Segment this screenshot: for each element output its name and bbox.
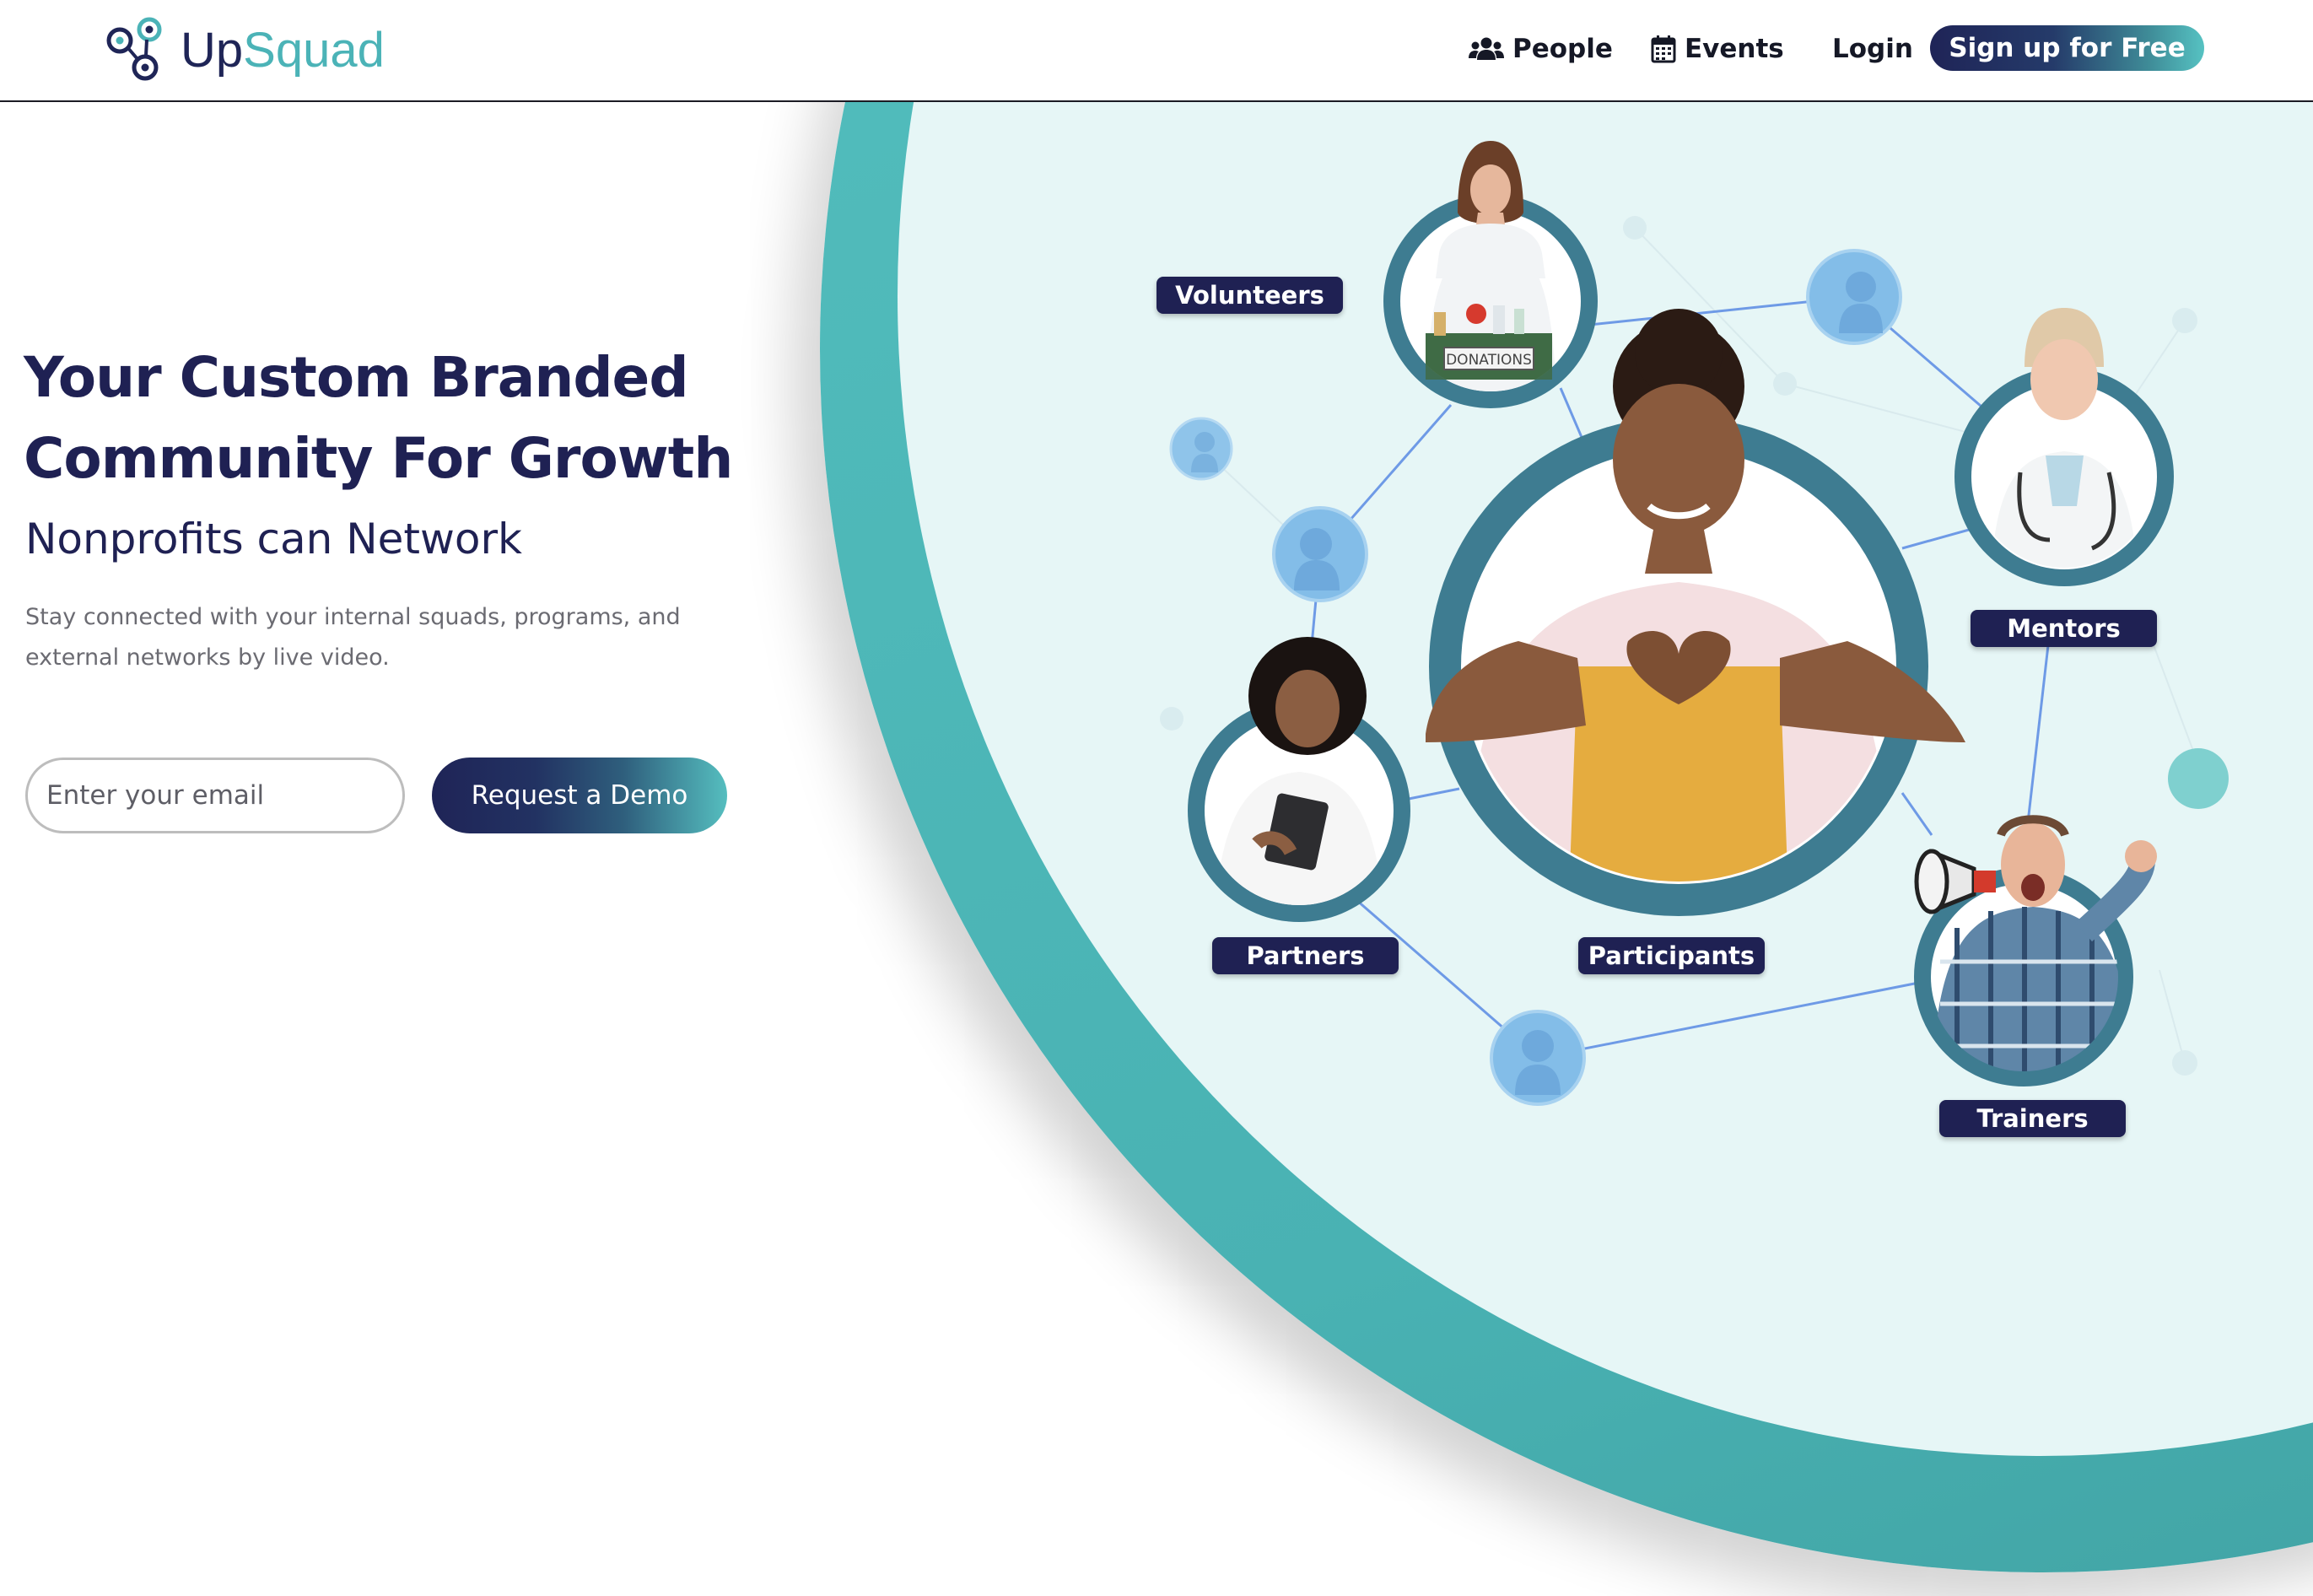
hero-description: Stay connected with your internal squads… [25,604,681,671]
donations-label: DONATIONS [1446,352,1532,369]
hero-subtitle: Nonprofits can Network [25,515,522,563]
logo-text-up: Up [181,23,244,78]
nav-people-label: People [1512,34,1613,64]
brand-logo[interactable]: UpSquad [105,15,385,86]
volunteers-avatar: DONATIONS [1383,141,1598,408]
partners-avatar [1188,637,1410,922]
mentors-avatar [1954,308,2174,586]
logo-text: UpSquad [181,26,385,75]
nav-login-label: Login [1832,34,1913,64]
hero-title-line2: Community For Growth [24,426,733,491]
label-mentors: Mentors [1971,610,2157,647]
users-icon [1469,37,1504,60]
request-demo-button[interactable]: Request a Demo [432,758,727,833]
nav-events[interactable]: Events [1651,25,1784,73]
label-trainers: Trainers [1939,1100,2126,1137]
member-node [1169,417,1233,481]
email-input[interactable] [25,758,405,833]
label-volunteers: Volunteers [1156,277,1343,314]
label-participants: Participants [1578,937,1765,974]
member-node [1490,1010,1586,1106]
calendar-icon [1651,35,1676,63]
member-node [1272,506,1368,602]
site-header: UpSquad People Events Login Sign up for … [0,0,2313,102]
nav-people[interactable]: People [1469,25,1613,73]
nav-login[interactable]: Login [1832,25,1913,73]
member-node [1806,249,1902,345]
upsquad-logo-icon [106,17,162,81]
signup-button[interactable]: Sign up for Free [1930,25,2204,71]
logo-text-squad: Squad [243,23,385,78]
trainers-avatar [1914,815,2157,1086]
label-partners: Partners [1212,937,1399,974]
hero-title: Your Custom Branded Community For Growth [24,337,833,499]
member-node-teal [2168,748,2229,809]
hero-title-line1: Your Custom Branded [24,345,689,410]
nav-events-label: Events [1685,34,1784,64]
page: UpSquad People Events Login Sign up for … [0,0,2313,1596]
